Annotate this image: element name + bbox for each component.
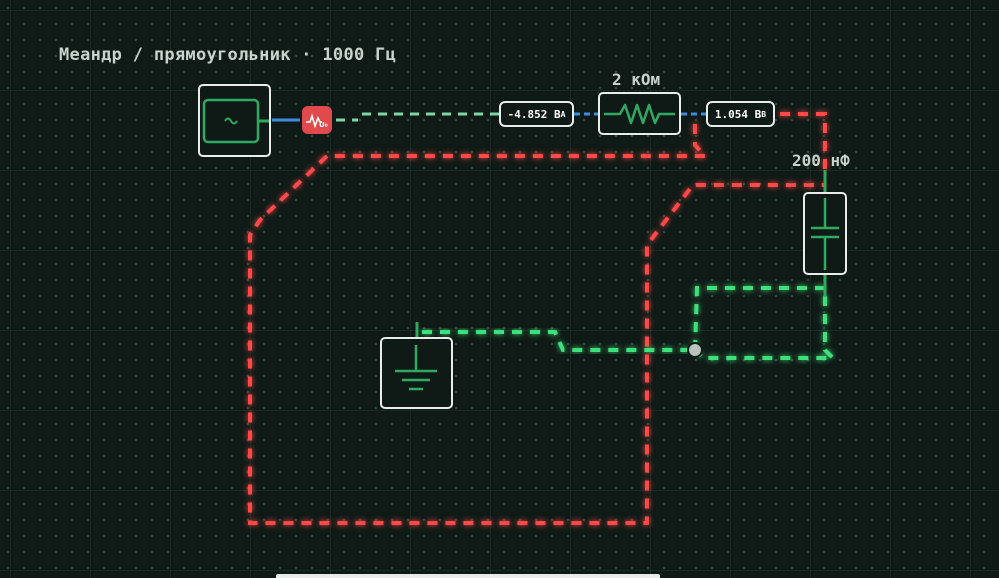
probe-b-subscript: B (761, 109, 767, 119)
resistor-icon (604, 103, 675, 125)
bottom-panel-handle[interactable] (276, 574, 660, 578)
resistor[interactable] (598, 92, 681, 135)
wire-signal-probe[interactable] (336, 112, 500, 122)
svg-text:U₀: U₀ (319, 121, 328, 129)
wire-ground-capacitor[interactable] (693, 286, 838, 360)
ground-icon (395, 345, 437, 391)
oscilloscope-icon: U₀ (306, 113, 328, 129)
wire-layer (248, 112, 838, 525)
wire-ground-main[interactable] (422, 330, 695, 352)
capacitor-label: 200 нФ (792, 151, 850, 170)
probe-a-subscript: A (560, 109, 566, 119)
probe-a-value: -4.852 В (507, 107, 561, 121)
capacitor[interactable] (803, 192, 847, 275)
probe-b-readout[interactable]: 1.054 ВB (706, 101, 775, 127)
junction-node[interactable] (687, 342, 703, 358)
circuit-canvas[interactable]: Меандр / прямоугольник · 1000 Гц U₀ -4.8… (0, 0, 999, 578)
page-title: Меандр / прямоугольник · 1000 Гц (59, 45, 397, 65)
capacitor-icon (811, 198, 839, 270)
ground[interactable] (380, 337, 453, 409)
probe-b-value: 1.054 В (714, 107, 762, 121)
probe-a-readout[interactable]: -4.852 ВA (499, 101, 574, 127)
ac-source[interactable] (198, 84, 271, 157)
ac-source-icon (202, 98, 269, 144)
oscilloscope-button[interactable]: U₀ (302, 106, 332, 134)
resistor-label: 2 кОм (612, 70, 661, 89)
wire-loop-left[interactable] (248, 124, 825, 525)
